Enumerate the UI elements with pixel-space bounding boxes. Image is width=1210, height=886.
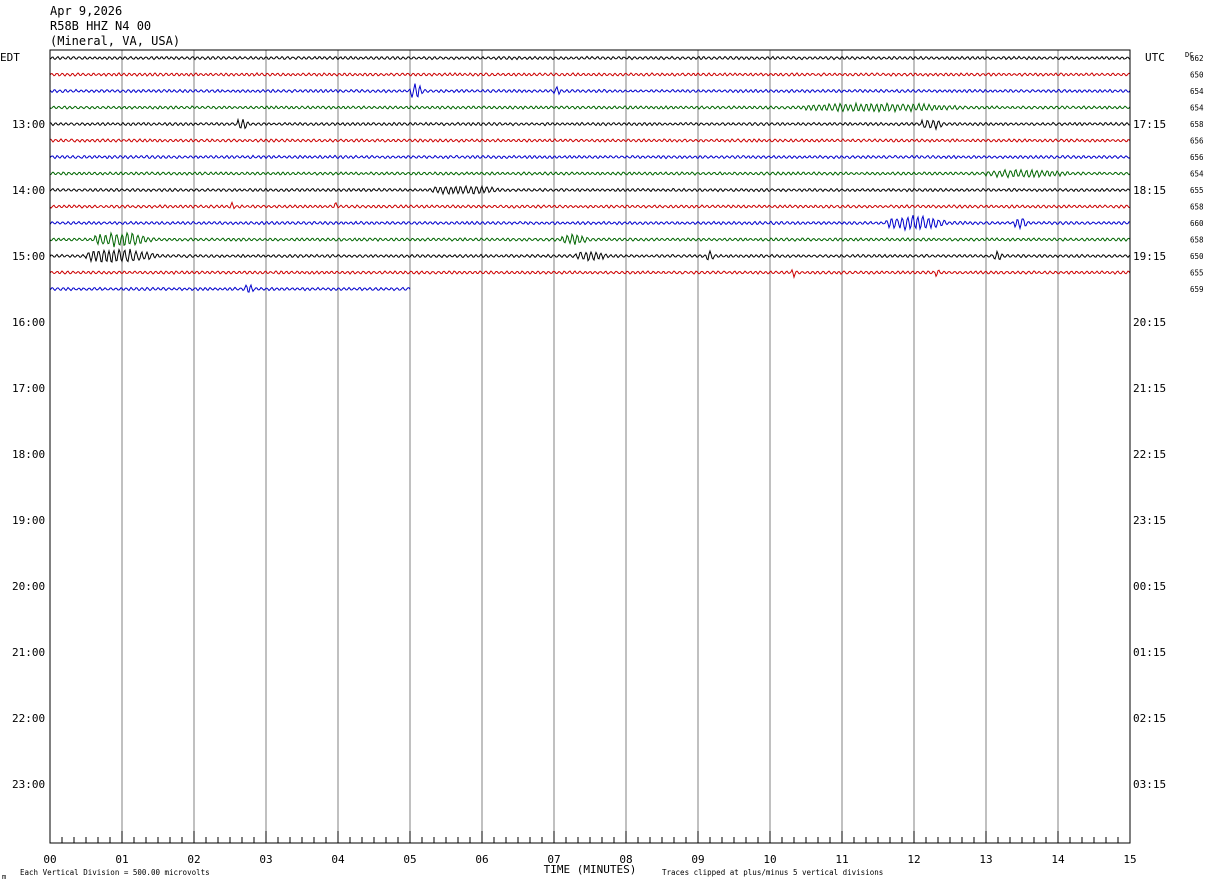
- right-hour-label: 21:15: [1133, 382, 1166, 395]
- scale-note: Each Vertical Division = 500.00 microvol…: [20, 868, 210, 877]
- left-hour-label: 20:00: [12, 580, 45, 593]
- dc-offset-label: 656: [1190, 153, 1204, 162]
- left-hour-label: 21:00: [12, 646, 45, 659]
- dc-offset-label: 658: [1190, 203, 1204, 212]
- seismic-trace-13: [49, 247, 1131, 264]
- left-hour-label: 15:00: [12, 250, 45, 263]
- x-tick-label: 00: [43, 853, 56, 866]
- x-tick-label: 12: [907, 853, 920, 866]
- dc-offset-label: 650: [1190, 71, 1204, 80]
- x-tick-label: 13: [979, 853, 992, 866]
- dc-offset-label: 655: [1190, 186, 1204, 195]
- dc-offset-label: 650: [1190, 252, 1204, 261]
- seismic-trace-14: [49, 268, 1131, 280]
- axis-labels: 00 01 02 03 04 05 06 07 08 09 10 11 12 13 14 1513:0014:…: [12, 54, 1204, 866]
- dc-offset-label: 660: [1190, 219, 1204, 228]
- right-hour-label: 01:15: [1133, 646, 1166, 659]
- dc-offset-label: 658: [1190, 236, 1204, 245]
- left-hour-label: 16:00: [12, 316, 45, 329]
- x-axis-title: TIME (MINUTES): [544, 863, 637, 876]
- x-tick-label: 06: [475, 853, 488, 866]
- x-tick-label: 03: [259, 853, 272, 866]
- dc-offset-label: 654: [1190, 170, 1204, 179]
- right-hour-label: 18:15: [1133, 184, 1166, 197]
- plot-frame: [49, 49, 1131, 844]
- grid-lines: [49, 50, 1131, 843]
- left-hour-label: 23:00: [12, 778, 45, 791]
- seismic-trace-7: [49, 154, 1131, 160]
- seismic-trace-2: [49, 72, 1131, 77]
- seismic-trace-10: [49, 200, 1131, 210]
- seismic-trace-5: [49, 117, 1131, 132]
- seismic-traces: [49, 55, 1131, 293]
- x-tick-label: 15: [1123, 853, 1136, 866]
- dc-offset-label: 654: [1190, 104, 1204, 113]
- clip-note: Traces clipped at plus/minus 5 vertical …: [662, 868, 883, 877]
- seismic-trace-1: [49, 55, 1131, 61]
- x-tick-label: 09: [691, 853, 704, 866]
- dc-offset-label: 654: [1190, 87, 1204, 96]
- seismic-trace-3: [49, 83, 1131, 98]
- left-timezone-label: EDT: [0, 51, 20, 64]
- x-tick-label: 10: [763, 853, 776, 866]
- dc-offset-label: 659: [1190, 285, 1204, 294]
- seismic-trace-15: [49, 283, 411, 293]
- seismic-trace-9: [49, 184, 1131, 196]
- right-hour-label: 20:15: [1133, 316, 1166, 329]
- right-hour-label: 17:15: [1133, 118, 1166, 131]
- dc-offset-label: 656: [1190, 137, 1204, 146]
- right-hour-label: 22:15: [1133, 448, 1166, 461]
- corner-mark: m: [2, 873, 6, 881]
- right-timezone-label: UTC: [1145, 51, 1165, 64]
- left-hour-label: 22:00: [12, 712, 45, 725]
- x-tick-label: 11: [835, 853, 848, 866]
- right-hour-label: 02:15: [1133, 712, 1166, 725]
- left-hour-label: 17:00: [12, 382, 45, 395]
- x-tick-label: 04: [331, 853, 345, 866]
- dc-offset-label: 658: [1190, 120, 1204, 129]
- dc-label: DC: [1185, 51, 1193, 59]
- seismic-trace-12: [49, 231, 1131, 248]
- left-hour-label: 18:00: [12, 448, 45, 461]
- helicorder-plot: 00 01 02 03 04 05 06 07 08 09 10 11 12 13 14 1513:0014:…: [0, 49, 1204, 881]
- seismic-trace-8: [49, 168, 1131, 179]
- right-hour-label: 23:15: [1133, 514, 1166, 527]
- x-tick-label: 02: [187, 853, 200, 866]
- seismic-trace-11: [49, 214, 1131, 232]
- seismic-trace-4: [49, 101, 1131, 114]
- right-hour-label: 19:15: [1133, 250, 1166, 263]
- right-hour-label: 03:15: [1133, 778, 1166, 791]
- x-tick-label: 14: [1051, 853, 1065, 866]
- dc-offset-label: 655: [1190, 269, 1204, 278]
- left-hour-label: 14:00: [12, 184, 45, 197]
- left-hour-label: 13:00: [12, 118, 45, 131]
- x-tick-label: 05: [403, 853, 416, 866]
- right-hour-label: 00:15: [1133, 580, 1166, 593]
- x-tick-label: 01: [115, 853, 128, 866]
- seismic-trace-6: [49, 138, 1131, 143]
- left-hour-label: 19:00: [12, 514, 45, 527]
